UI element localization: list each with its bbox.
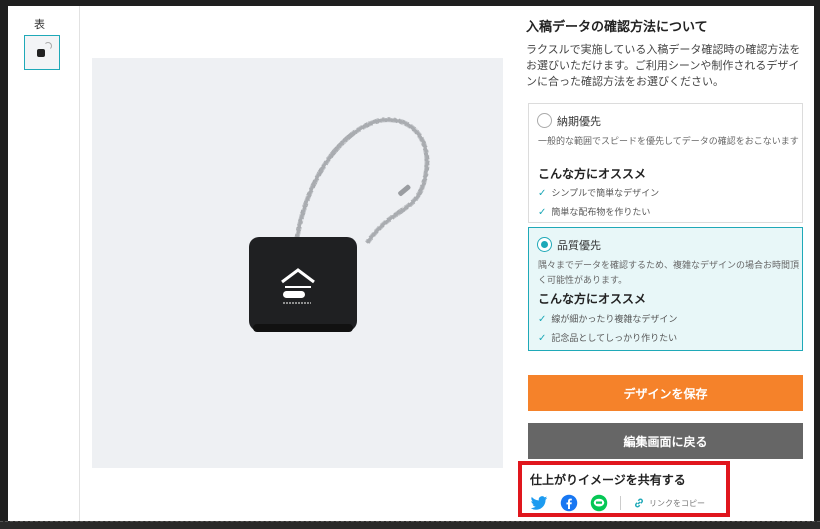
- copy-link-label: リンクをコピー: [649, 498, 705, 508]
- radio-delivery-priority[interactable]: [537, 113, 552, 128]
- recommend-item: ✓ 記念品としてしっかり作りたい: [538, 333, 678, 344]
- panel-description: ラクスルで実施している入稿データ確認時の確認方法をお選びいただけます。ご利用シー…: [526, 43, 801, 88]
- recommend-item: ✓ 線が細かったり複雑なデザイン: [538, 314, 678, 325]
- recommend-heading: こんな方にオススメ: [538, 292, 647, 306]
- share-title: 仕上がりイメージを共有する: [530, 473, 686, 487]
- copy-link-button[interactable]: リンクをコピー: [633, 497, 705, 509]
- twitter-icon[interactable]: [530, 494, 548, 512]
- recommend-item: ✓ 簡単な配布物を作りたい: [538, 207, 651, 218]
- thumbnail-label-front: 表: [34, 18, 45, 31]
- save-design-button[interactable]: デザインを保存: [528, 375, 803, 411]
- thumbnail-keychain-graphic: [37, 49, 45, 57]
- confirmation-options-panel: 入稿データの確認方法について ラクスルで実施している入稿データ確認時の確認方法を…: [518, 6, 814, 521]
- link-icon: [635, 498, 643, 508]
- option-description: 隅々までデータを確認するため、複雑なデザインの場合お時間頂く可能性があります。: [538, 261, 800, 286]
- check-icon: ✓: [538, 207, 547, 218]
- option-name: 品質優先: [557, 239, 601, 252]
- panel-title: 入稿データの確認方法について: [526, 20, 708, 35]
- product-preview-image: [92, 58, 503, 468]
- share-icons-row: リンクをコピー: [530, 493, 705, 513]
- thumbnail-chain-graphic: [44, 42, 52, 50]
- check-icon: ✓: [538, 314, 547, 325]
- keychain-image: [249, 117, 430, 332]
- check-icon: ✓: [538, 188, 547, 199]
- option-description: 一般的な範囲でスピードを優先してデータの確認をおこないます: [538, 137, 799, 147]
- bottom-ruler-strip: [0, 521, 820, 529]
- share-divider: [620, 496, 621, 510]
- facebook-icon[interactable]: [560, 494, 578, 512]
- line-icon[interactable]: [590, 494, 608, 512]
- check-icon: ✓: [538, 333, 547, 344]
- option-delivery-priority[interactable]: 納期優先 一般的な範囲でスピードを優先してデータの確認をおこないます こんな方に…: [528, 103, 803, 223]
- recommend-item: ✓ シンプルで簡単なデザイン: [538, 188, 660, 199]
- front-page-thumbnail[interactable]: [24, 35, 60, 70]
- share-section: 仕上がりイメージを共有する リンクをコピー: [518, 461, 730, 517]
- back-to-editor-button[interactable]: 編集画面に戻る: [528, 423, 803, 459]
- page-thumbnail-column: 表: [8, 6, 80, 521]
- design-preview-page: 表 入稿データの確認方法について ラクスルで実施している入稿データ確認時の確認方…: [8, 6, 814, 521]
- option-name: 納期優先: [557, 115, 601, 128]
- radio-quality-priority[interactable]: [537, 237, 552, 252]
- option-quality-priority[interactable]: 品質優先 隅々までデータを確認するため、複雑なデザインの場合お時間頂く可能性があ…: [528, 227, 803, 351]
- recommend-heading: こんな方にオススメ: [538, 167, 647, 181]
